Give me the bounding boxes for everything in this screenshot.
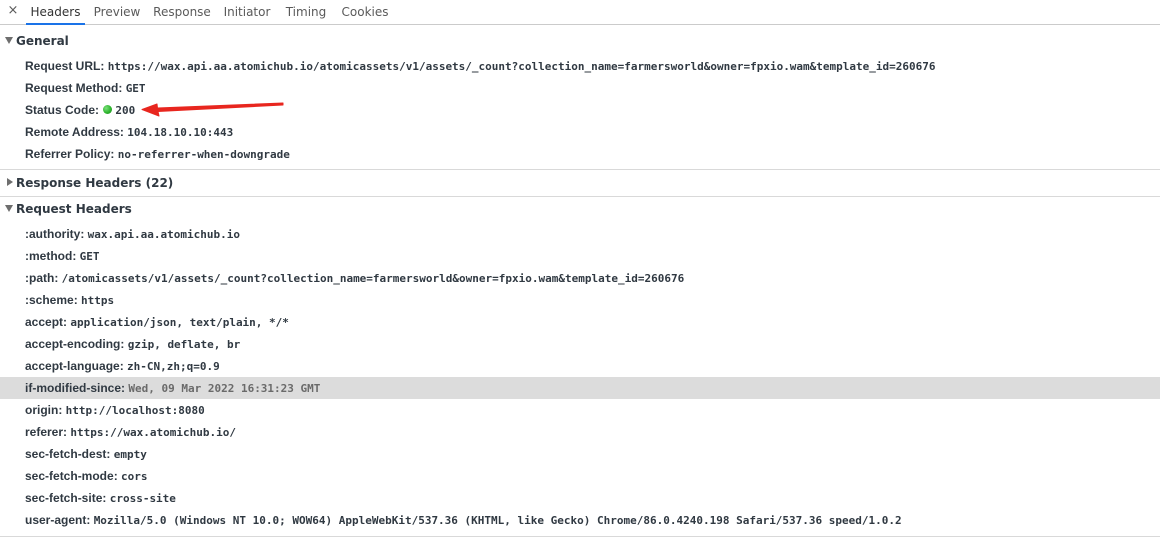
header-key: sec-fetch-dest: empty: [25, 447, 147, 461]
green-dot-icon: [103, 105, 113, 115]
triangle-down-icon: [5, 37, 13, 44]
request-header-row: accept: application/json, text/plain, */…: [0, 311, 1160, 333]
header-key: :scheme: https: [25, 293, 115, 307]
section-general-header[interactable]: General: [0, 31, 1160, 51]
header-key: accept-language: zh-CN,zh;q=0.9: [25, 359, 220, 373]
section-divider: [0, 169, 1160, 170]
header-key: :method: GET: [25, 249, 100, 263]
triangle-right-icon: [7, 178, 13, 186]
header-value: /atomicassets/v1/assets/_count?collectio…: [61, 272, 685, 285]
tab-preview[interactable]: Preview: [92, 0, 142, 24]
request-header-row: user-agent: Mozilla/5.0 (Windows NT 10.0…: [0, 509, 1160, 531]
header-key: accept: application/json, text/plain, */…: [25, 315, 289, 329]
header-key: Remote Address: 104.18.10.10:443: [25, 125, 234, 139]
header-value: Wed, 09 Mar 2022 16:31:23 GMT: [128, 382, 321, 395]
section-divider: [0, 196, 1160, 197]
header-key: accept-encoding: gzip, deflate, br: [25, 337, 241, 351]
header-value: zh-CN,zh;q=0.9: [127, 360, 220, 373]
request-header-row: accept-encoding: gzip, deflate, br: [0, 333, 1160, 355]
request-header-row-hovered: if-modified-since: Wed, 09 Mar 2022 16:3…: [0, 377, 1160, 399]
request-header-row: referer: https://wax.atomichub.io/: [0, 421, 1160, 443]
triangle-down-icon: [5, 205, 13, 212]
header-value: GET: [79, 250, 100, 263]
section-request-headers-header[interactable]: Request Headers: [0, 199, 1160, 219]
header-key: user-agent: Mozilla/5.0 (Windows NT 10.0…: [25, 513, 902, 527]
header-value: wax.api.aa.atomichub.io: [87, 228, 240, 241]
header-value: empty: [113, 448, 147, 461]
header-key: sec-fetch-mode: cors: [25, 469, 148, 483]
request-header-row: sec-fetch-dest: empty: [0, 443, 1160, 465]
header-value: no-referrer-when-downgrade: [117, 148, 290, 161]
request-header-row: :path: /atomicassets/v1/assets/_count?co…: [0, 267, 1160, 289]
request-header-row: :authority: wax.api.aa.atomichub.io: [0, 223, 1160, 245]
header-key: :path: /atomicassets/v1/assets/_count?co…: [25, 271, 685, 285]
request-header-row: sec-fetch-mode: cors: [0, 465, 1160, 487]
devtools-tabbar: × Headers Preview Response Initiator Tim…: [0, 0, 1160, 25]
request-header-row: sec-fetch-site: cross-site: [0, 487, 1160, 509]
section-title: Response Headers (22): [16, 176, 174, 190]
header-value: application/json, text/plain, */*: [70, 316, 289, 329]
request-header-row: :method: GET: [0, 245, 1160, 267]
header-key: Request Method: GET: [25, 81, 146, 95]
header-key: Status Code: 200: [25, 103, 136, 117]
header-key: origin: http://localhost:8080: [25, 403, 205, 417]
request-header-row: origin: http://localhost:8080: [0, 399, 1160, 421]
tab-response[interactable]: Response: [152, 0, 212, 24]
general-row-remote-address: Remote Address: 104.18.10.10:443: [0, 121, 1160, 143]
general-row-request-method: Request Method: GET: [0, 77, 1160, 99]
section-title: General: [16, 34, 69, 48]
header-key: Referrer Policy: no-referrer-when-downgr…: [25, 147, 290, 161]
tab-timing[interactable]: Timing: [283, 0, 329, 24]
header-value: https://wax.atomichub.io/: [70, 426, 236, 439]
header-value: cross-site: [109, 492, 176, 505]
header-value: cors: [121, 470, 148, 483]
header-value: https://wax.api.aa.atomichub.io/atomicas…: [107, 60, 936, 73]
tab-cookies[interactable]: Cookies: [340, 0, 390, 24]
section-divider: [0, 536, 1160, 537]
tab-headers[interactable]: Headers: [26, 0, 85, 25]
general-row-status-code: Status Code: 200: [0, 99, 1160, 121]
general-row-request-url: Request URL: https://wax.api.aa.atomichu…: [0, 55, 1160, 77]
request-header-row: accept-language: zh-CN,zh;q=0.9: [0, 355, 1160, 377]
header-value: Mozilla/5.0 (Windows NT 10.0; WOW64) App…: [93, 514, 902, 527]
header-key: :authority: wax.api.aa.atomichub.io: [25, 227, 240, 241]
tab-initiator[interactable]: Initiator: [222, 0, 272, 24]
header-value: gzip, deflate, br: [127, 338, 241, 351]
header-value: 104.18.10.10:443: [127, 126, 234, 139]
header-key: Request URL: https://wax.api.aa.atomichu…: [25, 59, 936, 73]
request-header-row: :scheme: https: [0, 289, 1160, 311]
status-code-value: 200: [115, 104, 136, 117]
close-icon[interactable]: ×: [6, 3, 20, 19]
header-key: sec-fetch-site: cross-site: [25, 491, 176, 505]
header-key: if-modified-since: Wed, 09 Mar 2022 16:3…: [25, 381, 321, 395]
section-title: Request Headers: [16, 202, 132, 216]
section-response-headers-header[interactable]: Response Headers (22): [0, 173, 1160, 193]
header-value: GET: [125, 82, 146, 95]
header-key: referer: https://wax.atomichub.io/: [25, 425, 236, 439]
header-value: http://localhost:8080: [65, 404, 205, 417]
header-value: https: [81, 294, 115, 307]
general-row-referrer-policy: Referrer Policy: no-referrer-when-downgr…: [0, 143, 1160, 165]
